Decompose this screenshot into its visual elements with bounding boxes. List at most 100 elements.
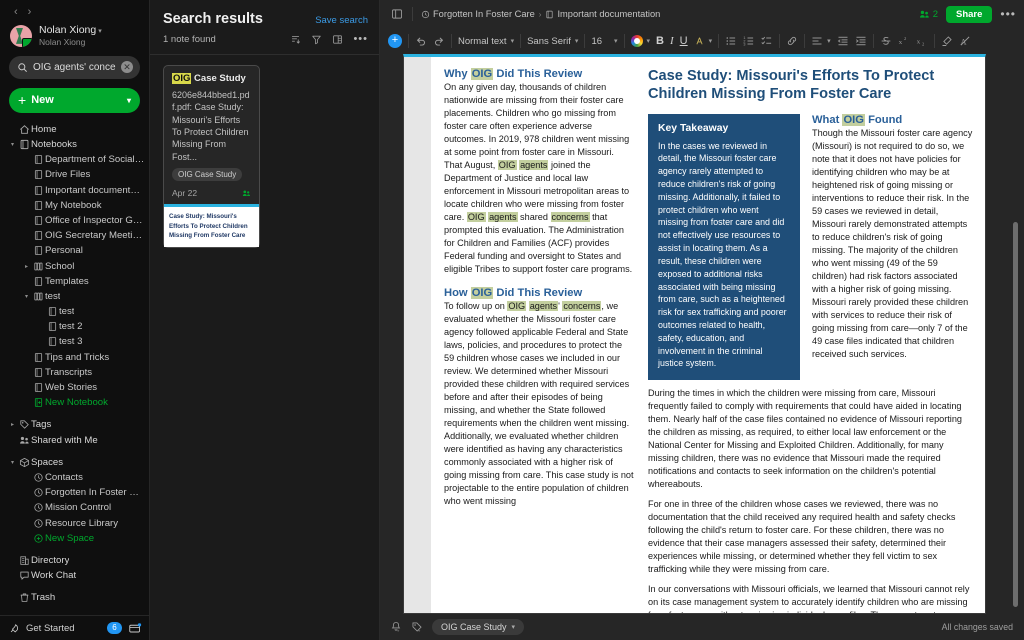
sidebar-item-web-stories[interactable]: Web Stories <box>0 380 149 395</box>
sidebar-item-label: test 3 <box>59 336 83 348</box>
note-title-highlight: OIG <box>172 73 192 84</box>
search-input[interactable]: OIG agents' concerns ✕ <box>9 55 140 79</box>
sidebar-item-shared-with-me[interactable]: Shared with Me <box>0 433 149 448</box>
align-select[interactable]: ▾ <box>811 35 831 47</box>
forward-arrow-icon[interactable]: › <box>28 7 32 18</box>
clear-search-icon[interactable]: ✕ <box>121 61 133 74</box>
twisty-icon[interactable]: ▾ <box>8 141 17 148</box>
bold-icon[interactable]: B <box>656 35 664 47</box>
sidebar-item-personal[interactable]: Personal <box>0 243 149 258</box>
results-more-icon[interactable]: ••• <box>353 33 368 45</box>
twisty-icon[interactable]: ▸ <box>22 263 31 270</box>
topbar-more-icon[interactable]: ••• <box>1000 7 1016 21</box>
save-search-button[interactable]: Save search <box>315 15 368 26</box>
highlight-oig: OIG <box>470 287 494 299</box>
sidebar-item-drive-files[interactable]: Drive Files <box>0 167 149 182</box>
numbered-list-icon[interactable]: 123 <box>743 35 755 47</box>
get-started-label[interactable]: Get Started <box>26 623 75 634</box>
svg-text:2: 2 <box>922 42 924 47</box>
note-card-tag[interactable]: OIG Case Study <box>172 168 243 182</box>
filter-icon[interactable] <box>311 34 322 45</box>
account-switcher[interactable]: Nolan Xiong ▾ Nolan Xiong <box>0 20 149 54</box>
sidebar-item-label: Directory <box>31 554 70 566</box>
redo-icon[interactable] <box>433 35 445 47</box>
sidebar-item-my-notebook[interactable]: My Notebook <box>0 198 149 213</box>
paragraph-style-select[interactable]: Normal text ▾ <box>458 36 514 47</box>
bulleted-list-icon[interactable] <box>725 35 737 47</box>
notebook-chip[interactable]: OIG Case Study ▾ <box>432 619 525 635</box>
subscript-icon[interactable]: x2 <box>916 35 928 47</box>
twisty-icon[interactable]: ▸ <box>8 421 17 428</box>
highlight-color-select[interactable]: ▾ <box>694 36 712 47</box>
sidebar-item-test[interactable]: test <box>0 304 149 319</box>
search-results-panel: Search results Save search 1 note found <box>150 0 380 640</box>
document-scrollbar[interactable] <box>1013 222 1018 607</box>
document-content[interactable]: Why OIG Did This Review On any given day… <box>431 68 973 613</box>
sidebar-item-work-chat[interactable]: Work Chat <box>0 568 149 583</box>
search-input-value[interactable]: OIG agents' concerns <box>33 62 116 73</box>
italic-icon[interactable]: I <box>670 35 674 47</box>
sort-icon[interactable] <box>290 34 301 45</box>
sidebar-item-office-of-inspector-gene[interactable]: Office of Inspector Gene... <box>0 213 149 228</box>
sidebar-item-spaces[interactable]: ▾ Spaces <box>0 455 149 470</box>
sidebar-item-oig-secretary-meeting-4[interactable]: OIG Secretary Meeting 4... <box>0 228 149 243</box>
sidebar-item-templates[interactable]: Templates <box>0 274 149 289</box>
chevron-down-icon[interactable]: ▾ <box>98 28 102 35</box>
add-tag-icon[interactable]: + <box>411 621 423 633</box>
checklist-icon[interactable] <box>761 35 773 47</box>
chevron-down-icon[interactable]: ▾ <box>127 96 131 105</box>
sidebar-item-test[interactable]: ▾ test <box>0 289 149 304</box>
sidebar-item-notebooks[interactable]: ▾ Notebooks <box>0 137 149 152</box>
save-status: All changes saved <box>941 622 1013 632</box>
sidebar-item-tags[interactable]: ▸ Tags <box>0 417 149 432</box>
new-button[interactable]: + New ▾ <box>9 87 140 113</box>
sidebar-item-important-documentation[interactable]: Important documentation <box>0 183 149 198</box>
sidebar-item-department-of-social-se[interactable]: Department of Social Se... <box>0 152 149 167</box>
superscript-icon[interactable]: x2 <box>898 35 910 47</box>
sidebar-item-resource-library[interactable]: Resource Library <box>0 515 149 530</box>
sidebar-item-trash[interactable]: Trash <box>0 590 149 605</box>
twisty-icon[interactable]: ▾ <box>22 293 31 300</box>
back-arrow-icon[interactable]: ‹ <box>14 7 18 18</box>
sidebar-item-test-2[interactable]: test 2 <box>0 319 149 334</box>
undo-icon[interactable] <box>415 35 427 47</box>
sidebar-item-transcripts[interactable]: Transcripts <box>0 365 149 380</box>
sidebar-item-directory[interactable]: Directory <box>0 553 149 568</box>
share-button[interactable]: Share <box>945 5 993 23</box>
sidebar-item-tips-and-tricks[interactable]: Tips and Tricks <box>0 350 149 365</box>
sidebar-item-forgotten-in-foster-care[interactable]: Forgotten In Foster Care <box>0 485 149 500</box>
breadcrumb-space[interactable]: Forgotten In Foster Care <box>421 9 535 19</box>
sidebar-item-test-3[interactable]: test 3 <box>0 334 149 349</box>
clear-formatting-icon[interactable]: A <box>959 35 971 47</box>
document-right-column: Case Study: Missouri's Efforts To Protec… <box>648 68 973 613</box>
sidebar-item-contacts[interactable]: Contacts <box>0 470 149 485</box>
sidebar-item-new-space[interactable]: New Space <box>0 531 149 546</box>
toggle-panel-icon[interactable] <box>389 7 404 22</box>
widget-card-icon[interactable] <box>128 622 142 634</box>
note-icon <box>31 215 45 226</box>
text-color-select[interactable]: ▾ <box>630 35 650 47</box>
insert-button[interactable]: + <box>388 34 402 48</box>
underline-icon[interactable]: U <box>680 35 688 47</box>
sidebar-item-new-notebook[interactable]: New Notebook <box>0 395 149 410</box>
collaborators-indicator[interactable]: 2 <box>919 9 938 20</box>
sidebar-item-home[interactable]: Home <box>0 122 149 137</box>
highlighter-icon[interactable] <box>941 35 953 47</box>
spaces-icon <box>17 457 31 468</box>
sidebar-item-mission-control[interactable]: Mission Control <box>0 500 149 515</box>
increase-indent-icon[interactable] <box>855 35 867 47</box>
strikethrough-icon[interactable] <box>880 35 892 47</box>
sidebar-item-school[interactable]: ▸ School <box>0 258 149 273</box>
font-size-select[interactable]: 16 ▾ <box>591 36 617 47</box>
breadcrumb-note[interactable]: Important documentation <box>545 9 660 19</box>
divider <box>150 54 379 55</box>
link-icon[interactable] <box>786 35 798 47</box>
reminder-bell-icon[interactable]: + <box>390 621 402 633</box>
document-scroll-area[interactable]: Why OIG Did This Review On any given day… <box>380 54 1024 614</box>
decrease-indent-icon[interactable] <box>837 35 849 47</box>
font-family-select[interactable]: Sans Serif ▾ <box>527 36 578 47</box>
search-result-card[interactable]: OIG Case Study 6206e844bbed1.pdf.pdf: Ca… <box>163 65 260 249</box>
twisty-icon[interactable]: ▾ <box>8 459 17 466</box>
view-layout-icon[interactable] <box>332 34 343 45</box>
